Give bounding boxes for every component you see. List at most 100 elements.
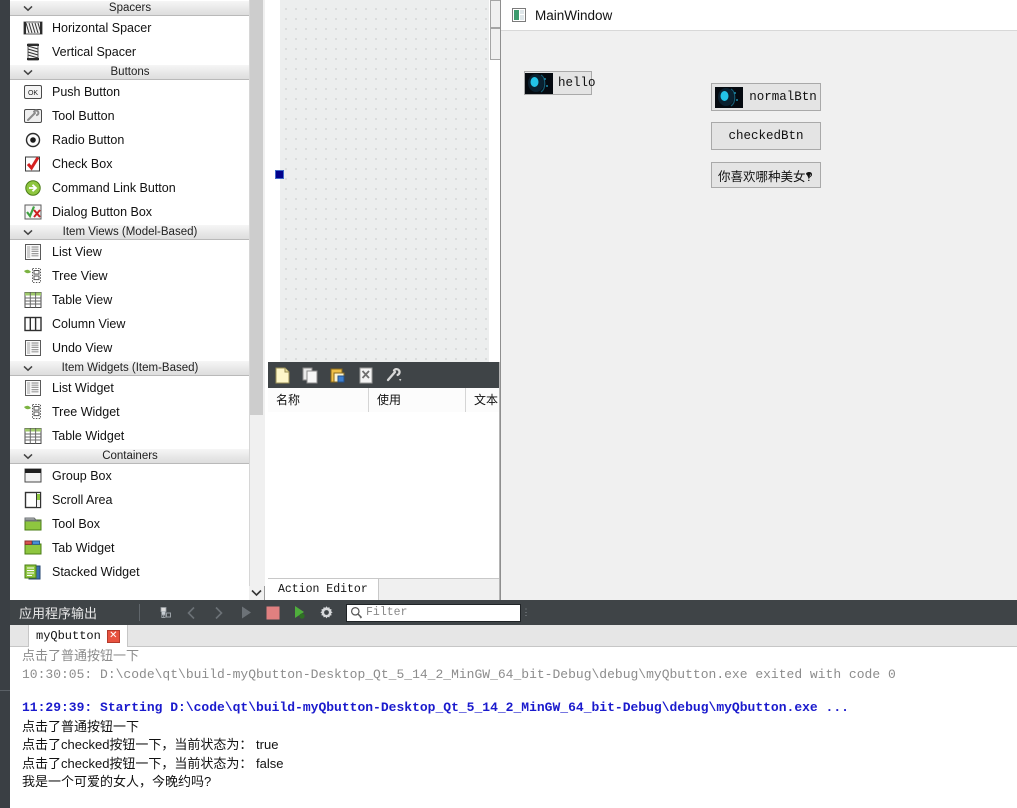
widget-box-list[interactable]: Spacers Horizontal Spacer Vertical Spacer B… (10, 0, 250, 584)
console-line: 11:29:39: Starting D:\code\qt\build-myQb… (22, 700, 849, 715)
widget-item-label: Push Button (52, 85, 121, 99)
settings-gear-icon[interactable] (313, 600, 340, 625)
widget-item-tree-widget[interactable]: Tree Widget (10, 400, 250, 424)
widget-item-label: Tree View (52, 269, 108, 283)
configure-action-icon[interactable] (380, 362, 408, 388)
next-item-icon[interactable] (205, 600, 232, 625)
widget-item-push-button[interactable]: OK Push Button (10, 80, 250, 104)
widget-box-scroll-down-button[interactable] (249, 586, 264, 600)
console-line: 点击了checked按钮一下，当前状态为： true (22, 737, 279, 752)
widget-item-label: List View (52, 245, 102, 259)
filter-input[interactable]: Filter (346, 603, 522, 622)
vertical-spacer-icon (22, 42, 44, 62)
widget-category-spacers[interactable]: Spacers (10, 0, 250, 16)
output-pane-toolbar: 应用程序输出 Filter ⋮ (10, 600, 1017, 625)
table-view-icon (22, 290, 44, 310)
toolbar-overflow-handle[interactable]: ⋮ (521, 600, 531, 625)
widget-box-panel[interactable]: Spacers Horizontal Spacer Vertical Spacer B… (10, 0, 265, 600)
widget-item-label: Horizontal Spacer (52, 21, 152, 35)
output-console[interactable]: 点击了普通按钮一下 10:30:05: D:\code\qt\build-myQb… (10, 647, 1017, 808)
delete-action-icon[interactable] (352, 362, 380, 388)
action-editor-toolbar[interactable] (268, 362, 499, 388)
widget-category-label: Item Views (Model-Based) (62, 226, 198, 238)
normal-button[interactable]: normalBtn (711, 83, 821, 111)
output-pane-title: 应用程序输出 (19, 606, 98, 621)
run-debug-icon[interactable] (286, 600, 313, 625)
console-line: 点击了普通按钮一下 (22, 718, 140, 734)
widget-item-label: Dialog Button Box (52, 205, 153, 219)
widget-item-column-view[interactable]: Column View (10, 312, 250, 336)
output-tabstrip: myQbutton ✕ (10, 625, 1017, 647)
checked-button-label: checkedBtn (728, 129, 804, 143)
paste-action-icon[interactable] (324, 362, 352, 388)
widget-item-label: Group Box (52, 469, 112, 483)
widget-item-tree-view[interactable]: Tree View (10, 264, 250, 288)
avatar-image-icon (525, 72, 553, 94)
tab-widget-icon (22, 538, 44, 558)
widget-item-tab-widget[interactable]: Tab Widget (10, 536, 250, 560)
widget-item-list-widget[interactable]: List Widget (10, 376, 250, 400)
widget-item-dialog-button-box[interactable]: Dialog Button Box (10, 200, 250, 224)
widget-item-horizontal-spacer[interactable]: Horizontal Spacer (10, 16, 250, 40)
widget-box-scrollbar-thumb[interactable] (250, 0, 263, 415)
widget-item-label: Table Widget (52, 429, 125, 443)
group-box-icon (22, 466, 44, 486)
widget-item-label: Scroll Area (52, 493, 113, 507)
stacked-widget-icon (22, 562, 44, 582)
chevron-down-icon (22, 65, 34, 79)
widget-category-label: Item Widgets (Item-Based) (61, 362, 199, 374)
widget-item-label: List Widget (52, 381, 114, 395)
new-action-icon[interactable] (268, 362, 296, 388)
widget-item-vertical-spacer[interactable]: Vertical Spacer (10, 40, 250, 64)
combo-button[interactable]: 你喜欢哪种美女? ▼ (711, 162, 821, 188)
widget-item-group-box[interactable]: Group Box (10, 464, 250, 488)
widget-item-table-widget[interactable]: Table Widget (10, 424, 250, 448)
widget-item-tool-box[interactable]: Tool Box (10, 512, 250, 536)
run-icon[interactable] (232, 600, 259, 625)
stop-icon[interactable] (259, 600, 286, 625)
widget-category-containers[interactable]: Containers (10, 448, 250, 464)
checked-button[interactable]: checkedBtn (711, 122, 821, 150)
close-icon[interactable]: ✕ (106, 629, 120, 643)
output-tab-myqbutton[interactable]: myQbutton ✕ (28, 625, 128, 647)
widget-item-command-link-button[interactable]: Command Link Button (10, 176, 250, 200)
list-widget-icon (22, 378, 44, 398)
action-editor-col-text[interactable]: 文本 (466, 388, 499, 412)
prev-item-icon[interactable] (178, 600, 205, 625)
widget-item-undo-view[interactable]: Undo View (10, 336, 250, 360)
designer-grid[interactable] (280, 0, 489, 362)
widget-item-scroll-area[interactable]: Scroll Area (10, 488, 250, 512)
widget-item-label: Tool Button (52, 109, 115, 123)
widget-category-item-views-model-based[interactable]: Item Views (Model-Based) (10, 224, 250, 240)
widget-item-radio-button[interactable]: Radio Button (10, 128, 250, 152)
action-editor-col-used[interactable]: 使用 (369, 388, 466, 412)
widget-category-item-widgets-item-based[interactable]: Item Widgets (Item-Based) (10, 360, 250, 376)
copy-action-icon[interactable] (296, 362, 324, 388)
widget-category-buttons[interactable]: Buttons (10, 64, 250, 80)
widget-item-stacked-widget[interactable]: Stacked Widget (10, 560, 250, 584)
main-window-titlebar[interactable]: MainWindow (501, 0, 1017, 31)
hello-button[interactable]: hello (524, 71, 596, 95)
widget-item-tool-button[interactable]: Tool Button (10, 104, 250, 128)
selection-handle[interactable] (275, 170, 284, 179)
tab-action-editor[interactable]: Action Editor (268, 579, 379, 601)
clear-output-icon[interactable] (151, 600, 178, 625)
left-edge-tick (0, 690, 10, 691)
chevron-down-icon (251, 589, 262, 597)
chevron-down-icon (22, 225, 34, 239)
widget-item-table-view[interactable]: Table View (10, 288, 250, 312)
output-tab-label: myQbutton (36, 629, 101, 643)
scroll-area-icon (22, 490, 44, 510)
widget-item-check-box[interactable]: Check Box (10, 152, 250, 176)
widget-category-label: Buttons (110, 66, 150, 78)
action-editor-tabbar[interactable]: Action Editor Signals Slots Ed… (268, 578, 499, 623)
widget-item-label: Tab Widget (52, 541, 115, 555)
filter-placeholder: Filter (366, 606, 408, 619)
normal-button-label: normalBtn (749, 90, 817, 104)
tree-widget-icon (22, 402, 44, 422)
action-editor-rows[interactable] (268, 412, 499, 578)
radio-button-icon (22, 130, 44, 150)
action-editor-col-name[interactable]: 名称 (268, 388, 369, 412)
widget-item-list-view[interactable]: List View (10, 240, 250, 264)
